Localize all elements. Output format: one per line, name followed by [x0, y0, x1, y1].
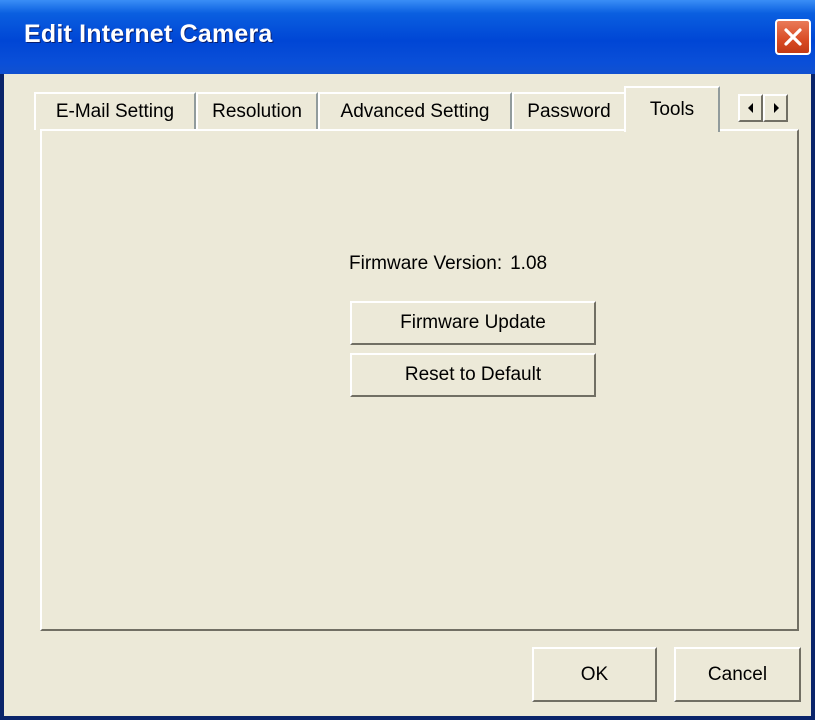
tab-label: Tools [649, 99, 695, 120]
title-bar: Edit Internet Camera [0, 0, 815, 74]
tab-scroll-left-button[interactable] [738, 94, 763, 122]
tab-label: Resolution [212, 101, 302, 122]
tab-label: Password [527, 101, 611, 122]
reset-to-default-button[interactable]: Reset to Default [350, 353, 596, 397]
tab-label: Advanced Setting [340, 101, 490, 122]
tab-scroll-right-button[interactable] [763, 94, 788, 122]
firmware-version-row: Firmware Version: 1.08 [349, 253, 547, 275]
tab-strip: E-Mail Setting Resolution Advanced Setti… [34, 84, 794, 132]
ok-button[interactable]: OK [532, 647, 657, 702]
tab-tools[interactable]: Tools [624, 86, 720, 132]
arrow-left-icon [747, 103, 753, 113]
firmware-version-label: Firmware Version: [349, 253, 503, 274]
firmware-version-value: 1.08 [510, 253, 548, 274]
window-title: Edit Internet Camera [24, 20, 273, 48]
tools-tab-panel: Firmware Version: 1.08 Firmware Update Re… [40, 129, 799, 631]
close-button[interactable] [775, 19, 811, 55]
tab-email-setting[interactable]: E-Mail Setting [34, 92, 196, 130]
tab-advanced-setting[interactable]: Advanced Setting [318, 92, 512, 130]
arrow-right-icon [773, 103, 779, 113]
dialog-client-area: E-Mail Setting Resolution Advanced Setti… [4, 74, 811, 716]
dialog-window: Edit Internet Camera E-Mail Setting Reso… [0, 0, 815, 720]
tab-scroll-buttons [738, 94, 788, 122]
close-x-icon [784, 28, 802, 46]
tab-label: E-Mail Setting [55, 101, 175, 122]
firmware-update-button[interactable]: Firmware Update [350, 301, 596, 345]
cancel-button[interactable]: Cancel [674, 647, 801, 702]
tab-resolution[interactable]: Resolution [196, 92, 318, 130]
tab-password[interactable]: Password [512, 92, 626, 130]
